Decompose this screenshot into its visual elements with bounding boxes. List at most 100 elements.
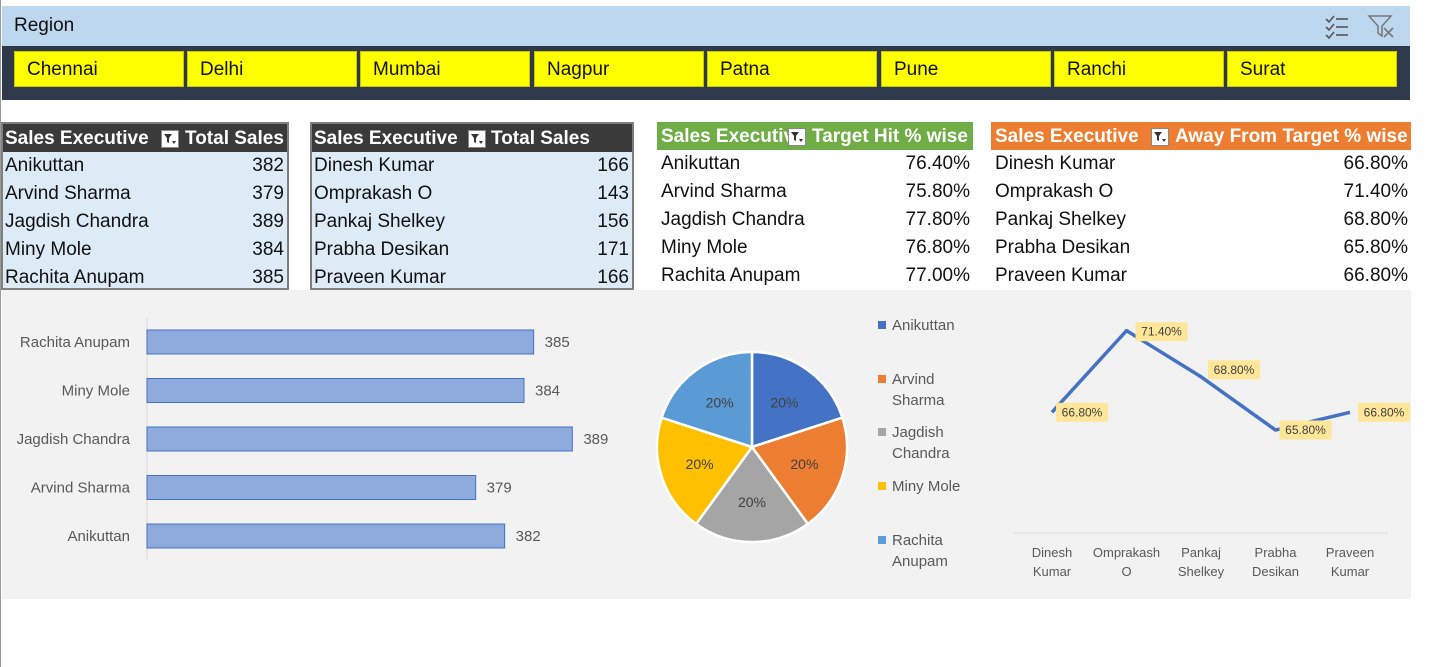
table-row: Omprakash O 143 bbox=[312, 180, 632, 208]
slicer-item-mumbai[interactable]: Mumbai bbox=[360, 51, 530, 87]
table-row: Rachita Anupam 385 bbox=[3, 264, 287, 292]
line-category-label: Dinesh bbox=[1032, 545, 1072, 560]
pie-data-label: 20% bbox=[686, 456, 714, 472]
slicer-item-nagpur[interactable]: Nagpur bbox=[534, 51, 704, 87]
slicer-item-patna[interactable]: Patna bbox=[707, 51, 877, 87]
legend-label: Arvind bbox=[892, 371, 935, 388]
header-sales-executive: Sales Executive bbox=[5, 128, 149, 149]
region-slicer: Region Chennai Delhi Mumbai Nagpur Patna… bbox=[2, 6, 1410, 100]
row-name: Omprakash O bbox=[995, 181, 1114, 202]
header-total-sales: Total Sales bbox=[185, 128, 284, 149]
line-category-label: Kumar bbox=[1331, 564, 1370, 579]
bar-data-label: 382 bbox=[516, 528, 541, 545]
table-row: Jagdish Chandra 389 bbox=[3, 208, 287, 236]
legend-label: Anikuttan bbox=[892, 317, 955, 334]
table-header: Sales Executive Total Sales bbox=[312, 124, 632, 152]
header-away-from-target: Away From Target % wise bbox=[1175, 126, 1408, 147]
row-value: 156 bbox=[597, 211, 629, 232]
table-row: Dinesh Kumar 66.80% bbox=[991, 150, 1411, 178]
header-sales-executive: Sales Executive bbox=[314, 128, 458, 149]
filter-dropdown-icon[interactable] bbox=[161, 130, 179, 148]
legend-swatch bbox=[878, 375, 886, 383]
row-value: 68.80% bbox=[1343, 209, 1408, 230]
pivot-table-away-from-target: Sales Executive Away From Target % wise … bbox=[991, 122, 1411, 290]
row-name: Miny Mole bbox=[5, 239, 92, 260]
row-name: Pankaj Shelkey bbox=[314, 211, 445, 232]
clear-filter-icon[interactable] bbox=[1366, 12, 1396, 40]
row-value: 65.80% bbox=[1343, 237, 1408, 258]
multi-select-icon[interactable] bbox=[1322, 12, 1352, 40]
line-data-label: 68.80% bbox=[1214, 363, 1255, 377]
table-row: Jagdish Chandra 77.80% bbox=[657, 206, 973, 234]
bar bbox=[146, 426, 573, 452]
pivot-table-target-hit: Sales Executive Target Hit % wise Anikut… bbox=[657, 122, 973, 290]
bar-data-label: 384 bbox=[535, 383, 560, 400]
table-row: Anikuttan 76.40% bbox=[657, 150, 973, 178]
row-name: Dinesh Kumar bbox=[995, 153, 1116, 174]
bar-chart[interactable]: Rachita Anupam 385 Miny Mole 384 Jagdish Cha… bbox=[2, 290, 642, 590]
row-name: Pankaj Shelkey bbox=[995, 209, 1126, 230]
row-value: 166 bbox=[597, 155, 629, 176]
row-name: Miny Mole bbox=[661, 237, 748, 258]
table-row: Arvind Sharma 75.80% bbox=[657, 178, 973, 206]
row-value: 75.80% bbox=[905, 181, 970, 202]
line-category-label: Praveen bbox=[1326, 545, 1374, 560]
bar bbox=[146, 475, 477, 500]
slicer-item-ranchi[interactable]: Ranchi bbox=[1054, 51, 1224, 87]
table-row: Praveen Kumar 66.80% bbox=[991, 262, 1411, 290]
table-row: Arvind Sharma 379 bbox=[3, 180, 287, 208]
line-category-label: O bbox=[1121, 564, 1131, 579]
row-value: 71.40% bbox=[1343, 181, 1408, 202]
row-name: Anikuttan bbox=[5, 155, 85, 176]
slicer-item-pune[interactable]: Pune bbox=[881, 51, 1051, 87]
slicer-item-delhi[interactable]: Delhi bbox=[187, 51, 357, 87]
table-row: Prabha Desikan 171 bbox=[312, 236, 632, 264]
legend-label: Chandra bbox=[892, 445, 950, 462]
legend-swatch bbox=[878, 536, 886, 544]
pie-data-label: 20% bbox=[738, 494, 766, 510]
row-name: Jagdish Chandra bbox=[661, 209, 805, 230]
row-value: 379 bbox=[252, 183, 284, 204]
slicer-item-chennai[interactable]: Chennai bbox=[14, 51, 184, 87]
row-value: 389 bbox=[252, 211, 284, 232]
table-header: Sales Executive Away From Target % wise bbox=[991, 122, 1411, 150]
table-row: Rachita Anupam 77.00% bbox=[657, 262, 973, 290]
row-value: 77.80% bbox=[905, 209, 970, 230]
window-left-border bbox=[0, 0, 1, 667]
row-name: Arvind Sharma bbox=[5, 183, 131, 204]
bar-category-label: Miny Mole bbox=[62, 383, 130, 400]
line-data-label: 65.80% bbox=[1285, 423, 1326, 437]
row-name: Anikuttan bbox=[661, 153, 741, 174]
filter-dropdown-icon[interactable] bbox=[788, 128, 806, 146]
row-value: 385 bbox=[252, 267, 284, 288]
row-value: 143 bbox=[597, 183, 629, 204]
pie-data-label: 20% bbox=[706, 394, 734, 410]
header-total-sales: Total Sales bbox=[491, 128, 590, 149]
legend-swatch bbox=[878, 321, 886, 329]
table-header: Sales Executive Target Hit % wise bbox=[657, 122, 973, 150]
bar-category-label: Rachita Anupam bbox=[20, 334, 130, 351]
row-name: Arvind Sharma bbox=[661, 181, 787, 202]
legend-label: Rachita bbox=[892, 532, 944, 549]
slicer-title: Region bbox=[14, 15, 75, 36]
line-chart[interactable]: 66.80% 71.40% 68.80% 65.80% 66.80% Dinesh Kuma… bbox=[1007, 290, 1411, 590]
table-row: Miny Mole 384 bbox=[3, 236, 287, 264]
line-data-label: 66.80% bbox=[1062, 405, 1103, 419]
pie-data-label: 20% bbox=[770, 394, 798, 410]
table-row: Pankaj Shelkey 68.80% bbox=[991, 206, 1411, 234]
row-name: Praveen Kumar bbox=[314, 267, 447, 288]
pivot-table-total-sales-1: Sales Executive Total Sales Anikuttan 382… bbox=[1, 122, 289, 290]
table-row: Anikuttan 382 bbox=[3, 152, 287, 180]
filter-dropdown-icon[interactable] bbox=[468, 130, 486, 148]
row-value: 66.80% bbox=[1343, 265, 1408, 286]
legend-label: Jagdish bbox=[892, 424, 944, 441]
row-value: 76.40% bbox=[905, 153, 970, 174]
filter-dropdown-icon[interactable] bbox=[1151, 128, 1169, 146]
line-category-label: Prabha bbox=[1255, 545, 1298, 560]
row-value: 66.80% bbox=[1343, 153, 1408, 174]
bar-data-label: 389 bbox=[583, 431, 608, 448]
slicer-item-surat[interactable]: Surat bbox=[1227, 51, 1397, 87]
pie-chart[interactable]: 20% 20% 20% 20% 20% Anikuttan Arvind Sharma Jagd… bbox=[642, 290, 1012, 590]
table-row: Omprakash O 71.40% bbox=[991, 178, 1411, 206]
line-category-label: Shelkey bbox=[1178, 564, 1225, 579]
